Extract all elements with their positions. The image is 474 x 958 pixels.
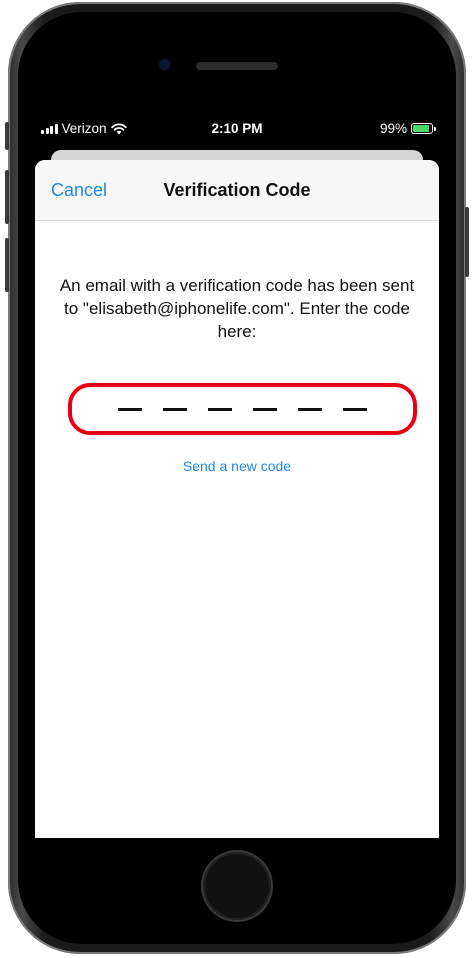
status-time: 2:10 PM [211, 121, 263, 136]
navigation-bar: Cancel Verification Code [35, 160, 439, 221]
code-digit-slot[interactable] [118, 407, 142, 411]
code-digit-slot[interactable] [253, 407, 277, 411]
earpiece-speaker [196, 62, 278, 70]
verification-code-input[interactable] [68, 383, 417, 435]
status-bar: Verizon 2:10 PM 99% [35, 114, 439, 144]
code-digit-slot[interactable] [298, 407, 322, 411]
code-digit-slot[interactable] [163, 407, 187, 411]
status-right: 99% [379, 121, 436, 136]
battery-fill [413, 125, 429, 132]
front-camera [159, 59, 170, 70]
volume-down-button [5, 238, 9, 292]
verification-sheet: Cancel Verification Code An email with a… [35, 160, 439, 838]
screen: Verizon 2:10 PM 99% Cancel Verification … [35, 114, 439, 838]
battery-percent: 99% [379, 121, 407, 136]
battery-charging-icon [411, 123, 436, 134]
mute-switch [5, 122, 9, 150]
power-button [465, 207, 469, 277]
volume-up-button [5, 170, 9, 224]
code-digit-slot[interactable] [208, 407, 232, 411]
page-title: Verification Code [163, 180, 311, 200]
home-button[interactable] [203, 852, 271, 920]
code-digit-slot[interactable] [343, 407, 367, 411]
send-new-code-link[interactable]: Send a new code [35, 458, 439, 474]
verification-message: An email with a verification code has be… [59, 276, 415, 341]
